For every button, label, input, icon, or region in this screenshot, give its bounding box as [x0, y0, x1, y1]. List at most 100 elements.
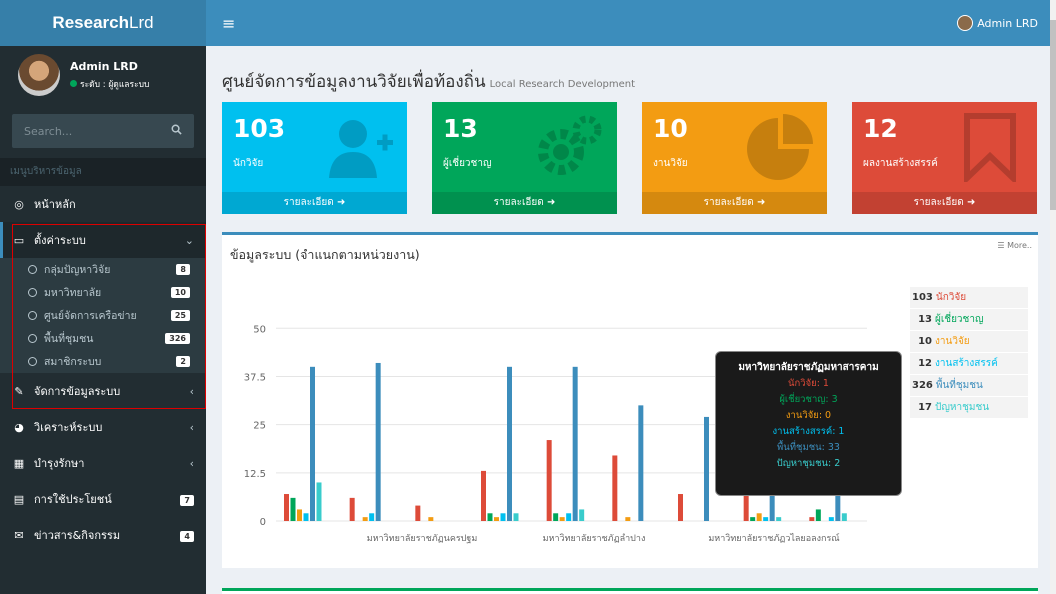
tooltip-lines: นักวิจัย: 1 ผู้เชี่ยวชาญ: 3 งานวิจัย: 0 งาน…: [716, 376, 901, 472]
chart-bar: [507, 366, 512, 521]
sidebar-item-settings[interactable]: ▭ ตั้งค่าระบบ ⌄: [0, 222, 206, 258]
chart-bar: [756, 513, 762, 521]
circle-icon: [28, 357, 37, 366]
chevron-left-icon: ‹: [189, 420, 194, 434]
tooltip-line: ผู้เชี่ยวชาญ: 3: [779, 394, 838, 405]
legend-item[interactable]: 103 นักวิจัย: [910, 287, 1028, 308]
list-icon: ☰: [997, 241, 1005, 250]
online-dot-icon: [70, 80, 77, 87]
logo-bold: Research: [52, 13, 129, 32]
legend-label: ปัญหาชุมชน: [935, 402, 990, 413]
page-subtitle: Local Research Development: [489, 79, 636, 90]
user-name: Admin LRD: [977, 16, 1038, 30]
sidebar-item-label: วิเคราะห์ระบบ: [34, 421, 103, 434]
stat-label: ผลงานสร้างสรรค์: [863, 158, 938, 169]
bottom-panel: [222, 588, 1038, 594]
legend-item[interactable]: 12 งานสร้างสรรค์: [910, 353, 1028, 374]
chart-bar: [572, 366, 578, 521]
legend-item[interactable]: 17 ปัญหาชุมชน: [910, 397, 1028, 418]
stat-box-experts: 13 ผู้เชี่ยวชาญ รายละเอียด ➜: [432, 102, 617, 214]
stat-box-researchers: 103 นักวิจัย รายละเอียด ➜: [222, 102, 407, 214]
search-placeholder: Search...: [24, 124, 73, 138]
edit-icon: ✎: [14, 384, 24, 398]
chart-bar: [776, 517, 782, 521]
scrollbar[interactable]: [1050, 0, 1056, 594]
chart-bar: [362, 517, 368, 521]
legend-label: งานวิจัย: [935, 336, 970, 347]
sidebar-item-analyze[interactable]: ◕ วิเคราะห์ระบบ ‹: [0, 409, 206, 445]
stat-more-info-link[interactable]: รายละเอียด ➜: [642, 192, 827, 214]
count-badge: 326: [165, 333, 190, 344]
chart-bar: [763, 517, 769, 521]
submenu-item-community-area[interactable]: พื้นที่ชุมชน 326: [0, 327, 206, 350]
chart-bar: [487, 513, 493, 521]
stat-box-research: 10 งานวิจัย รายละเอียด ➜: [642, 102, 827, 214]
submenu-item-university[interactable]: มหาวิทยาลัย 10: [0, 281, 206, 304]
app-logo[interactable]: Research Lrd: [0, 0, 206, 46]
chart-bar: [553, 513, 559, 521]
chart-bar: [625, 517, 631, 521]
bookmark-icon: [964, 113, 1016, 182]
legend-label: พื้นที่ชุมชน: [935, 380, 983, 391]
search-icon[interactable]: [171, 124, 182, 138]
tooltip-line: งานสร้างสรรค์: 1: [772, 426, 845, 437]
arrow-circle-right-icon: ➜: [966, 197, 976, 208]
hamburger-icon[interactable]: ≡: [222, 14, 235, 33]
legend-item[interactable]: 13 ผู้เชี่ยวชาญ: [910, 309, 1028, 330]
stat-more-info-link[interactable]: รายละเอียด ➜: [432, 192, 617, 214]
user-plus-icon: [329, 120, 393, 178]
stat-more-info-link[interactable]: รายละเอียด ➜: [852, 192, 1037, 214]
sidebar-item-home[interactable]: ◎ หน้าหลัก: [0, 186, 206, 222]
legend-item[interactable]: 10 งานวิจัย: [910, 331, 1028, 352]
settings-submenu: กลุ่มปัญหาวิจัย 8 มหาวิทยาลัย 10 ศูนย์จัดก…: [0, 258, 206, 373]
chart-bar: [494, 517, 499, 521]
chart-bar: [750, 517, 756, 521]
stat-more-info-link[interactable]: รายละเอียด ➜: [222, 192, 407, 214]
main-content: ศูนย์จัดการข้อมูลงานวิจัยเพื่อท้องถิ่น Lo…: [206, 46, 1056, 594]
chart-bar: [415, 505, 421, 521]
laptop-icon: ▭: [13, 233, 25, 247]
legend-item[interactable]: 326 พื้นที่ชุมชน: [910, 375, 1028, 396]
stat-number: 103: [233, 114, 286, 143]
arrow-circle-right-icon: ➜: [546, 197, 556, 208]
legend-count: 13: [918, 314, 932, 325]
submenu-label: สมาชิกระบบ: [44, 356, 102, 368]
more-link[interactable]: ☰ More..: [997, 241, 1032, 250]
sidebar-item-usage[interactable]: ▤ การใช้ประโยชน์ 7: [0, 481, 206, 517]
chart-bar: [375, 362, 381, 521]
circle-icon: [28, 311, 37, 320]
legend-count: 12: [918, 358, 932, 369]
submenu-label: กลุ่มปัญหาวิจัย: [44, 264, 111, 276]
chart-panel: ข้อมูลระบบ (จำแนกตามหน่วยงาน) ☰ More.. 0…: [222, 232, 1038, 568]
tooltip-line: ปัญหาชุมชน: 2: [776, 458, 841, 469]
chart-bar: [559, 517, 565, 521]
submenu-label: ศูนย์จัดการเครือข่าย: [44, 310, 137, 322]
sidebar-item-news[interactable]: ✉ ข่าวสาร&กิจกรรม 4: [0, 517, 206, 553]
chevron-left-icon: ‹: [189, 384, 194, 398]
user-avatar: [18, 54, 60, 96]
top-header: Research Lrd ≡ Admin LRD: [0, 0, 1056, 46]
chart-bar: [513, 513, 519, 521]
chart-bar: [841, 513, 847, 521]
submenu-item-network-center[interactable]: ศูนย์จัดการเครือข่าย 25: [0, 304, 206, 327]
more-info-text: รายละเอียด: [913, 197, 964, 208]
gears-icon: [538, 115, 602, 175]
y-tick-label: 12.5: [244, 469, 266, 480]
legend-label: นักวิจัย: [935, 292, 967, 303]
count-badge: 2: [176, 356, 190, 367]
chart-bar: [828, 517, 834, 521]
chart-bar: [310, 366, 315, 521]
submenu-item-members[interactable]: สมาชิกระบบ 2: [0, 350, 206, 373]
user-menu[interactable]: Admin LRD: [957, 15, 1038, 31]
sidebar-item-manage[interactable]: ✎ จัดการข้อมูลระบบ ‹: [0, 373, 206, 409]
chevron-down-icon: ⌄: [184, 233, 194, 247]
chart-bar: [284, 494, 289, 521]
legend-count: 10: [918, 336, 932, 347]
submenu-item-research-group[interactable]: กลุ่มปัญหาวิจัย 8: [0, 258, 206, 281]
page-title: ศูนย์จัดการข้อมูลงานวิจัยเพื่อท้องถิ่น Lo…: [222, 68, 635, 95]
scrollbar-thumb[interactable]: [1050, 20, 1056, 210]
search-input[interactable]: Search...: [12, 114, 194, 148]
sidebar-item-maintain[interactable]: ▦ บำรุงรักษา ‹: [0, 445, 206, 481]
chart-bar: [809, 517, 815, 521]
envelope-icon: ✉: [14, 528, 24, 542]
